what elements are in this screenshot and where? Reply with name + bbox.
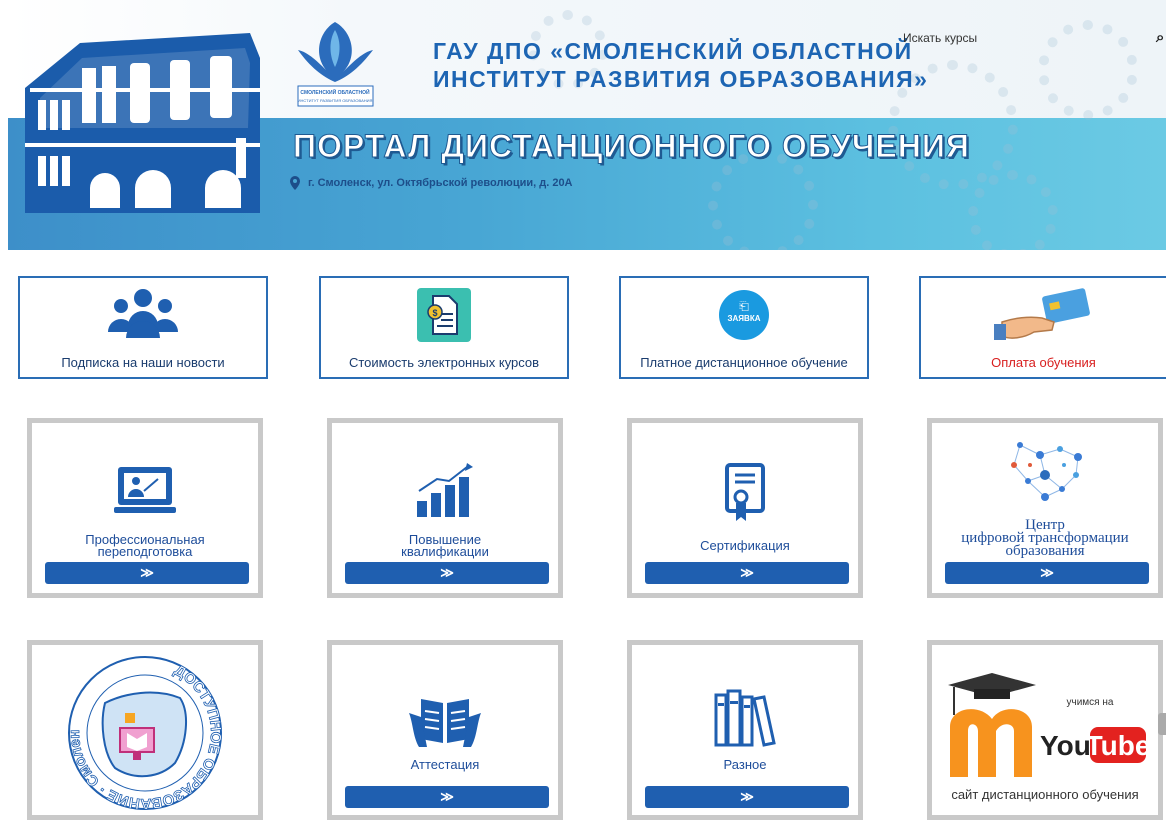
accessible-education-logo: ДОСТУПНОЕ ОБРАЗОВАНИЕ · Смоленская облас…	[65, 653, 225, 812]
tuition-payment-box[interactable]: Оплата обучения	[919, 276, 1166, 379]
logo-you-text: You	[1040, 730, 1091, 761]
tuition-payment-label: Оплата обучения	[991, 355, 1096, 370]
address-text: г. Смоленск, ул. Октябрьской революции, …	[308, 177, 573, 189]
scroll-handle[interactable]	[1158, 713, 1166, 735]
site-header: СМОЛЕНСКИЙ ОБЛАСТНОЙ ИНСТИТУТ РАЗВИТИЯ О…	[8, 0, 1166, 250]
card-attestation[interactable]: Аттестация ≫	[327, 640, 563, 820]
card-accessible-education[interactable]: ДОСТУПНОЕ ОБРАЗОВАНИЕ · Смоленская облас…	[27, 640, 263, 820]
card-label: Аттестация	[410, 757, 480, 772]
card-label: Повышение квалификации	[401, 532, 489, 559]
course-prices-box[interactable]: $ Стоимость электронных курсов	[319, 276, 569, 379]
card-open-button[interactable]: ≫	[645, 562, 849, 584]
institute-building-logo	[25, 33, 260, 213]
application-icon-text: ЗАЯВКА	[727, 314, 761, 323]
subscribe-news-box[interactable]: Подписка на наши новости	[18, 276, 268, 379]
subscribe-news-label: Подписка на наши новости	[61, 355, 225, 370]
application-doc-glyph: ⎗	[739, 299, 749, 313]
card-miscellaneous[interactable]: Разное ≫	[627, 640, 863, 820]
price-document-icon: $	[417, 288, 471, 342]
institute-emblem-logo: СМОЛЕНСКИЙ ОБЛАСТНОЙ ИНСТИТУТ РАЗВИТИЯ О…	[297, 22, 374, 107]
card-payment-icon	[993, 288, 1090, 340]
card-professional-retraining[interactable]: Профессиональная переподготовка ≫	[27, 418, 263, 598]
logo-top-text: учимся на	[1067, 697, 1114, 708]
gear-decoration	[968, 170, 1058, 250]
card-youtube-channel[interactable]: учимся на You Tube сайт дистанционного о…	[927, 640, 1163, 820]
open-book-icon	[409, 699, 481, 747]
card-open-button[interactable]: ≫	[945, 562, 1149, 584]
map-pin-icon	[290, 176, 300, 190]
card-open-button[interactable]: ≫	[345, 562, 549, 584]
paid-distance-learning-box[interactable]: ⎗ ЗАЯВКА Платное дистанционное обучение	[619, 276, 869, 379]
logo-tube-text: Tube	[1086, 730, 1150, 761]
institute-title: ГАУ ДПО «СМОЛЕНСКИЙ ОБЛАСТНОЙ ИНСТИТУТ Р…	[433, 38, 929, 92]
svg-text:СМОЛЕНСКИЙ ОБЛАСТНОЙ: СМОЛЕНСКИЙ ОБЛАСТНОЙ	[300, 88, 370, 96]
card-label: Разное	[723, 757, 767, 772]
growth-chart-icon	[417, 463, 473, 517]
moodle-youtube-logo: учимся на You Tube	[948, 673, 1150, 777]
card-digital-transformation-center[interactable]: Центр цифровой трансформации образования…	[927, 418, 1163, 598]
network-heart-icon	[1011, 442, 1082, 501]
course-prices-label: Стоимость электронных курсов	[348, 355, 540, 370]
card-open-button[interactable]: ≫	[645, 786, 849, 808]
books-icon	[714, 689, 776, 747]
svg-text:$: $	[432, 308, 437, 318]
address: г. Смоленск, ул. Октябрьской революции, …	[290, 176, 573, 190]
card-label: Сертификация	[700, 538, 790, 553]
card-label: сайт дистанционного обучения	[951, 787, 1139, 802]
paid-distance-learning-label: Платное дистанционное обучение	[640, 355, 848, 370]
gear-decoration	[708, 150, 818, 250]
card-open-button[interactable]: ≫	[45, 562, 249, 584]
certificate-icon	[725, 463, 765, 521]
application-icon: ⎗ ЗАЯВКА	[719, 290, 769, 340]
card-label: Центр цифровой трансформации образования	[961, 517, 1129, 559]
presentation-screen-icon	[114, 467, 176, 513]
card-open-button[interactable]: ≫	[345, 786, 549, 808]
card-qualification-upgrade[interactable]: Повышение квалификации ≫	[327, 418, 563, 598]
search-icon[interactable]: ⌕	[1156, 29, 1164, 46]
people-group-icon	[108, 289, 178, 338]
card-certification[interactable]: Сертификация ≫	[627, 418, 863, 598]
portal-title: ПОРТАЛ ДИСТАНЦИОННОГО ОБУЧЕНИЯ	[293, 128, 970, 165]
svg-text:ИНСТИТУТ РАЗВИТИЯ ОБРАЗОВАНИЯ: ИНСТИТУТ РАЗВИТИЯ ОБРАЗОВАНИЯ	[298, 98, 373, 103]
search-courses-link[interactable]: Искать курсы	[903, 31, 977, 45]
gear-decoration	[1038, 20, 1138, 120]
card-label: Профессиональная переподготовка	[85, 532, 205, 559]
